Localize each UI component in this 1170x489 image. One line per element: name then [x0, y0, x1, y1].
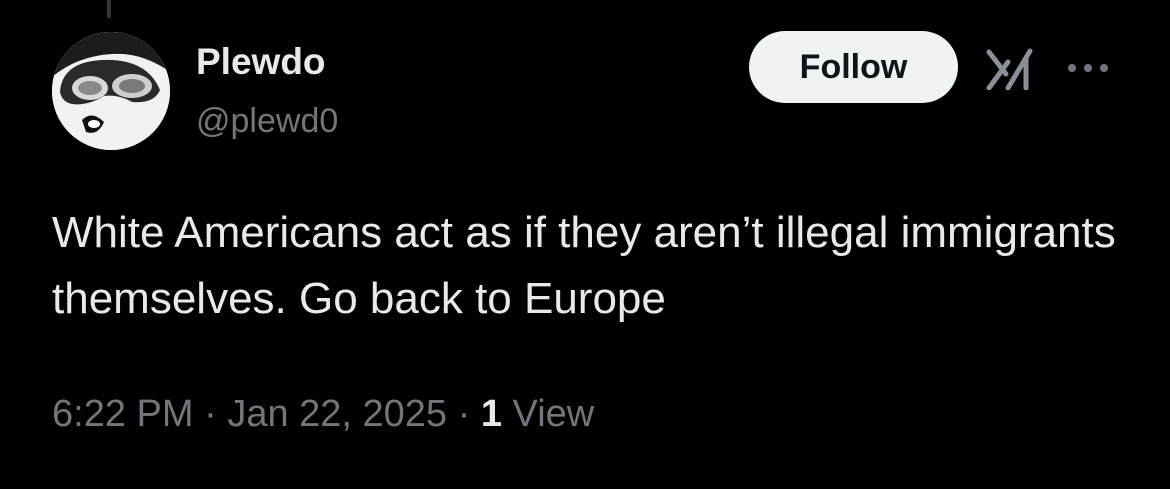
more-options-icon[interactable]: [1064, 56, 1112, 80]
thread-connector-line: [107, 0, 111, 18]
author-display-name[interactable]: Plewdo: [196, 40, 326, 84]
tweet-text: White Americans act as if they aren’t il…: [52, 208, 1116, 323]
meta-separator: ·: [457, 393, 471, 435]
tweet-metadata: 6:22 PM · Jan 22, 2025 · 1 View: [52, 390, 594, 438]
tweet-time[interactable]: 6:22 PM: [52, 393, 194, 435]
views-count: 1: [480, 393, 502, 435]
views-label: View: [512, 393, 595, 435]
follow-button[interactable]: Follow: [749, 31, 958, 103]
avatar-image: [52, 32, 170, 150]
author-handle[interactable]: @plewd0: [196, 99, 338, 143]
tweet-date[interactable]: Jan 22, 2025: [227, 393, 447, 435]
grok-icon[interactable]: [986, 48, 1036, 91]
meta-separator: ·: [204, 393, 217, 435]
avatar[interactable]: [52, 32, 170, 150]
